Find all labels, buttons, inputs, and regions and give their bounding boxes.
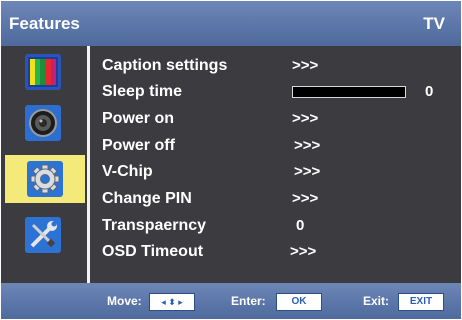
move-hint-label: Move:: [107, 294, 142, 308]
exit-hint-label: Exit:: [363, 294, 390, 308]
input-source-label: TV: [423, 14, 445, 33]
menu-item-label: OSD Timeout: [102, 243, 204, 260]
transparency-value: 0: [296, 217, 305, 234]
menu-item-transparency[interactable]: Transpaerncy 0: [102, 213, 442, 239]
submenu-arrow: >>>: [294, 137, 321, 154]
sidebar-item-sound[interactable]: [25, 105, 61, 141]
menu-item-label: Caption settings: [102, 57, 228, 74]
menu-item-label: Change PIN: [102, 190, 192, 207]
sleep-time-value: 0: [425, 83, 434, 100]
ok-key[interactable]: OK: [276, 293, 322, 311]
menu-item-power-on[interactable]: Power on >>>: [102, 106, 442, 132]
menu-item-sleep-time[interactable]: Sleep time 0: [102, 79, 442, 105]
sidebar-divider: [87, 46, 90, 283]
submenu-arrow: >>>: [292, 110, 319, 127]
menu-item-label: Power off: [102, 137, 175, 154]
picture-color-bars-icon: [25, 54, 61, 90]
menu-title: Features: [9, 14, 80, 33]
menu-item-power-off[interactable]: Power off >>>: [102, 133, 442, 159]
menu-item-v-chip[interactable]: V-Chip >>>: [102, 159, 442, 185]
menu-item-label: V-Chip: [102, 163, 153, 180]
submenu-arrow: >>>: [292, 57, 319, 74]
menu-item-change-pin[interactable]: Change PIN >>>: [102, 186, 442, 212]
sleep-time-slider[interactable]: [292, 86, 406, 98]
enter-hint-label: Enter:: [231, 294, 266, 308]
submenu-arrow: >>>: [290, 243, 317, 260]
sidebar-item-picture[interactable]: [25, 54, 61, 90]
sidebar-item-setup[interactable]: [25, 217, 61, 253]
submenu-arrow: >>>: [292, 190, 319, 207]
title-bar: Features TV: [1, 1, 461, 46]
menu-item-label: Transpaerncy: [102, 217, 207, 234]
sidebar-item-features[interactable]: [27, 161, 63, 197]
tools-wrench-screwdriver-icon: [25, 217, 61, 253]
menu-item-osd-timeout[interactable]: OSD Timeout >>>: [102, 239, 442, 265]
osd-menu-window: Features TV Caption settings >>> Sleep t…: [1, 1, 461, 319]
menu-item-label: Sleep time: [102, 83, 183, 100]
move-arrows-key[interactable]: ◂ ⬍ ▸: [149, 293, 195, 311]
menu-item-label: Power on: [102, 110, 175, 127]
category-sidebar: [1, 46, 87, 283]
sound-speaker-icon: [25, 105, 61, 141]
submenu-arrow: >>>: [294, 163, 321, 180]
key-hint-bar: Move: ◂ ⬍ ▸ Enter: OK Exit: EXIT: [1, 283, 461, 319]
exit-key[interactable]: EXIT: [398, 293, 444, 311]
menu-item-caption-settings[interactable]: Caption settings >>>: [102, 53, 442, 79]
gear-icon: [27, 161, 63, 197]
